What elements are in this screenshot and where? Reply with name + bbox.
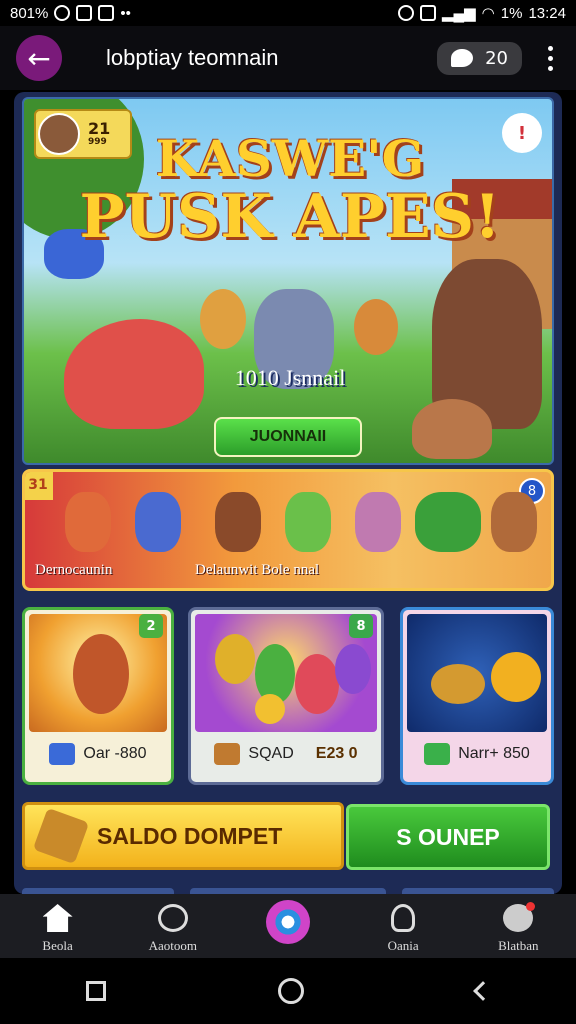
- battery-text: 1%: [500, 4, 523, 22]
- system-nav-bar: [0, 958, 576, 1024]
- character: [335, 644, 371, 694]
- chat-bubble-icon: [451, 49, 474, 67]
- card-label: SQAD: [248, 745, 294, 762]
- wifi-icon: ◠: [481, 5, 495, 22]
- home-circle-icon[interactable]: [278, 978, 304, 1004]
- check-icon: [98, 5, 115, 21]
- nav-label: Oania: [387, 938, 419, 953]
- dragon-character: [415, 492, 481, 552]
- nav-label: Aaotoom: [148, 938, 197, 953]
- nav-item-activity[interactable]: Aaotoom: [123, 904, 223, 954]
- reward-card[interactable]: 2 Oar -880: [22, 607, 174, 785]
- arrow-left-icon: ←: [27, 41, 51, 75]
- hero-title-line2: PUSK APES!: [79, 182, 501, 252]
- dot-icon: [547, 45, 553, 51]
- chest-icon: [214, 743, 241, 765]
- hammer-icon: [32, 807, 90, 865]
- back-button[interactable]: ←: [16, 35, 62, 81]
- alarm-icon: [397, 5, 414, 21]
- wizard-character: [355, 492, 401, 552]
- dot-icon: [547, 55, 553, 61]
- open-button[interactable]: S OUNEP: [346, 804, 550, 870]
- status-left-text: 801%: [10, 4, 49, 22]
- treasure-pot-icon: [431, 664, 485, 704]
- more-dots-icon: ••: [120, 4, 131, 22]
- nav-item-profile[interactable]: Oania: [353, 904, 453, 954]
- hero-banner[interactable]: 21 999 ! KASWE'G PUSK APES! 1010 Jsnnail …: [22, 97, 554, 465]
- home-icon: [42, 904, 73, 932]
- nav-item-messages[interactable]: Blatban: [468, 902, 568, 954]
- warrior-character: [65, 492, 111, 552]
- knight-character: [135, 492, 181, 552]
- sim-icon: [419, 5, 436, 21]
- gunner-character: [491, 492, 537, 552]
- chat-count: 20: [485, 47, 508, 69]
- wallet-label: SALDO DOMPET: [97, 822, 283, 849]
- hero-character: [73, 634, 129, 714]
- event-corner-tag: 31: [25, 472, 53, 500]
- signal-icon: ▂▄▆: [441, 5, 476, 22]
- event-label-right: Delaunwit Bole nnal: [195, 562, 320, 578]
- nav-label: Beola: [42, 938, 73, 953]
- hero-title-line1: KASWE'G: [155, 129, 425, 188]
- gem-icon: [424, 743, 451, 765]
- back-icon[interactable]: [473, 981, 493, 1001]
- hero-subtitle: 1010 Jsnnail: [234, 365, 346, 390]
- card-price: Oar -880: [83, 745, 147, 762]
- nav-item-center[interactable]: [238, 900, 338, 950]
- character: [215, 634, 255, 684]
- card-badge: 8: [349, 614, 373, 638]
- wallet-balance-button[interactable]: SALDO DOMPET: [22, 802, 344, 870]
- witch-character: [215, 492, 261, 552]
- nav-item-home[interactable]: Beola: [8, 904, 108, 954]
- reward-card[interactable]: Narr+ 850: [400, 607, 554, 785]
- recents-icon[interactable]: [86, 981, 106, 1001]
- character: [295, 654, 339, 714]
- activity-icon: [157, 904, 188, 932]
- notification-icon: [54, 5, 71, 21]
- nav-label: Blatban: [498, 938, 539, 953]
- coin-icon: [255, 694, 285, 724]
- elf-character: [354, 299, 398, 355]
- dot-icon: [547, 65, 553, 71]
- status-bar: 801% •• ▂▄▆ ◠ 1% 13:24: [0, 0, 576, 26]
- app-header: ← lobptiay teomnain 20: [0, 26, 576, 90]
- clock: 13:24: [528, 4, 566, 22]
- chat-button[interactable]: 20: [437, 41, 522, 75]
- elf-character: [200, 289, 246, 349]
- card-badge: 2: [139, 614, 163, 638]
- profile-icon: [391, 904, 416, 932]
- bottom-nav: Beola Aaotoom Oania Blatban: [0, 894, 576, 958]
- card-price: Narr+ 850: [458, 745, 530, 762]
- main-panel: 21 999 ! KASWE'G PUSK APES! 1010 Jsnnail …: [14, 92, 562, 896]
- image-icon: [76, 5, 93, 21]
- coins-card-art: [407, 614, 547, 732]
- dino-character: [412, 399, 492, 459]
- message-icon: [503, 902, 536, 932]
- hero-title: KASWE'G PUSK APES!: [24, 129, 552, 252]
- center-game-icon: [265, 900, 310, 944]
- event-banner[interactable]: 31 8 Dernocaunin Delaunwit Bole nnal: [22, 469, 554, 591]
- event-label-left: Dernocaunin: [35, 562, 113, 578]
- reward-card[interactable]: 8 SQAD E23 0: [188, 607, 384, 785]
- goblin-character: [285, 492, 331, 552]
- card-price: E23 0: [315, 745, 358, 762]
- page-title: lobptiay teomnain: [106, 45, 279, 70]
- coin-icon: [491, 652, 541, 702]
- ticket-icon: [49, 743, 76, 765]
- overflow-menu-button[interactable]: [540, 45, 560, 71]
- hero-join-button[interactable]: JUONNAII: [214, 417, 362, 457]
